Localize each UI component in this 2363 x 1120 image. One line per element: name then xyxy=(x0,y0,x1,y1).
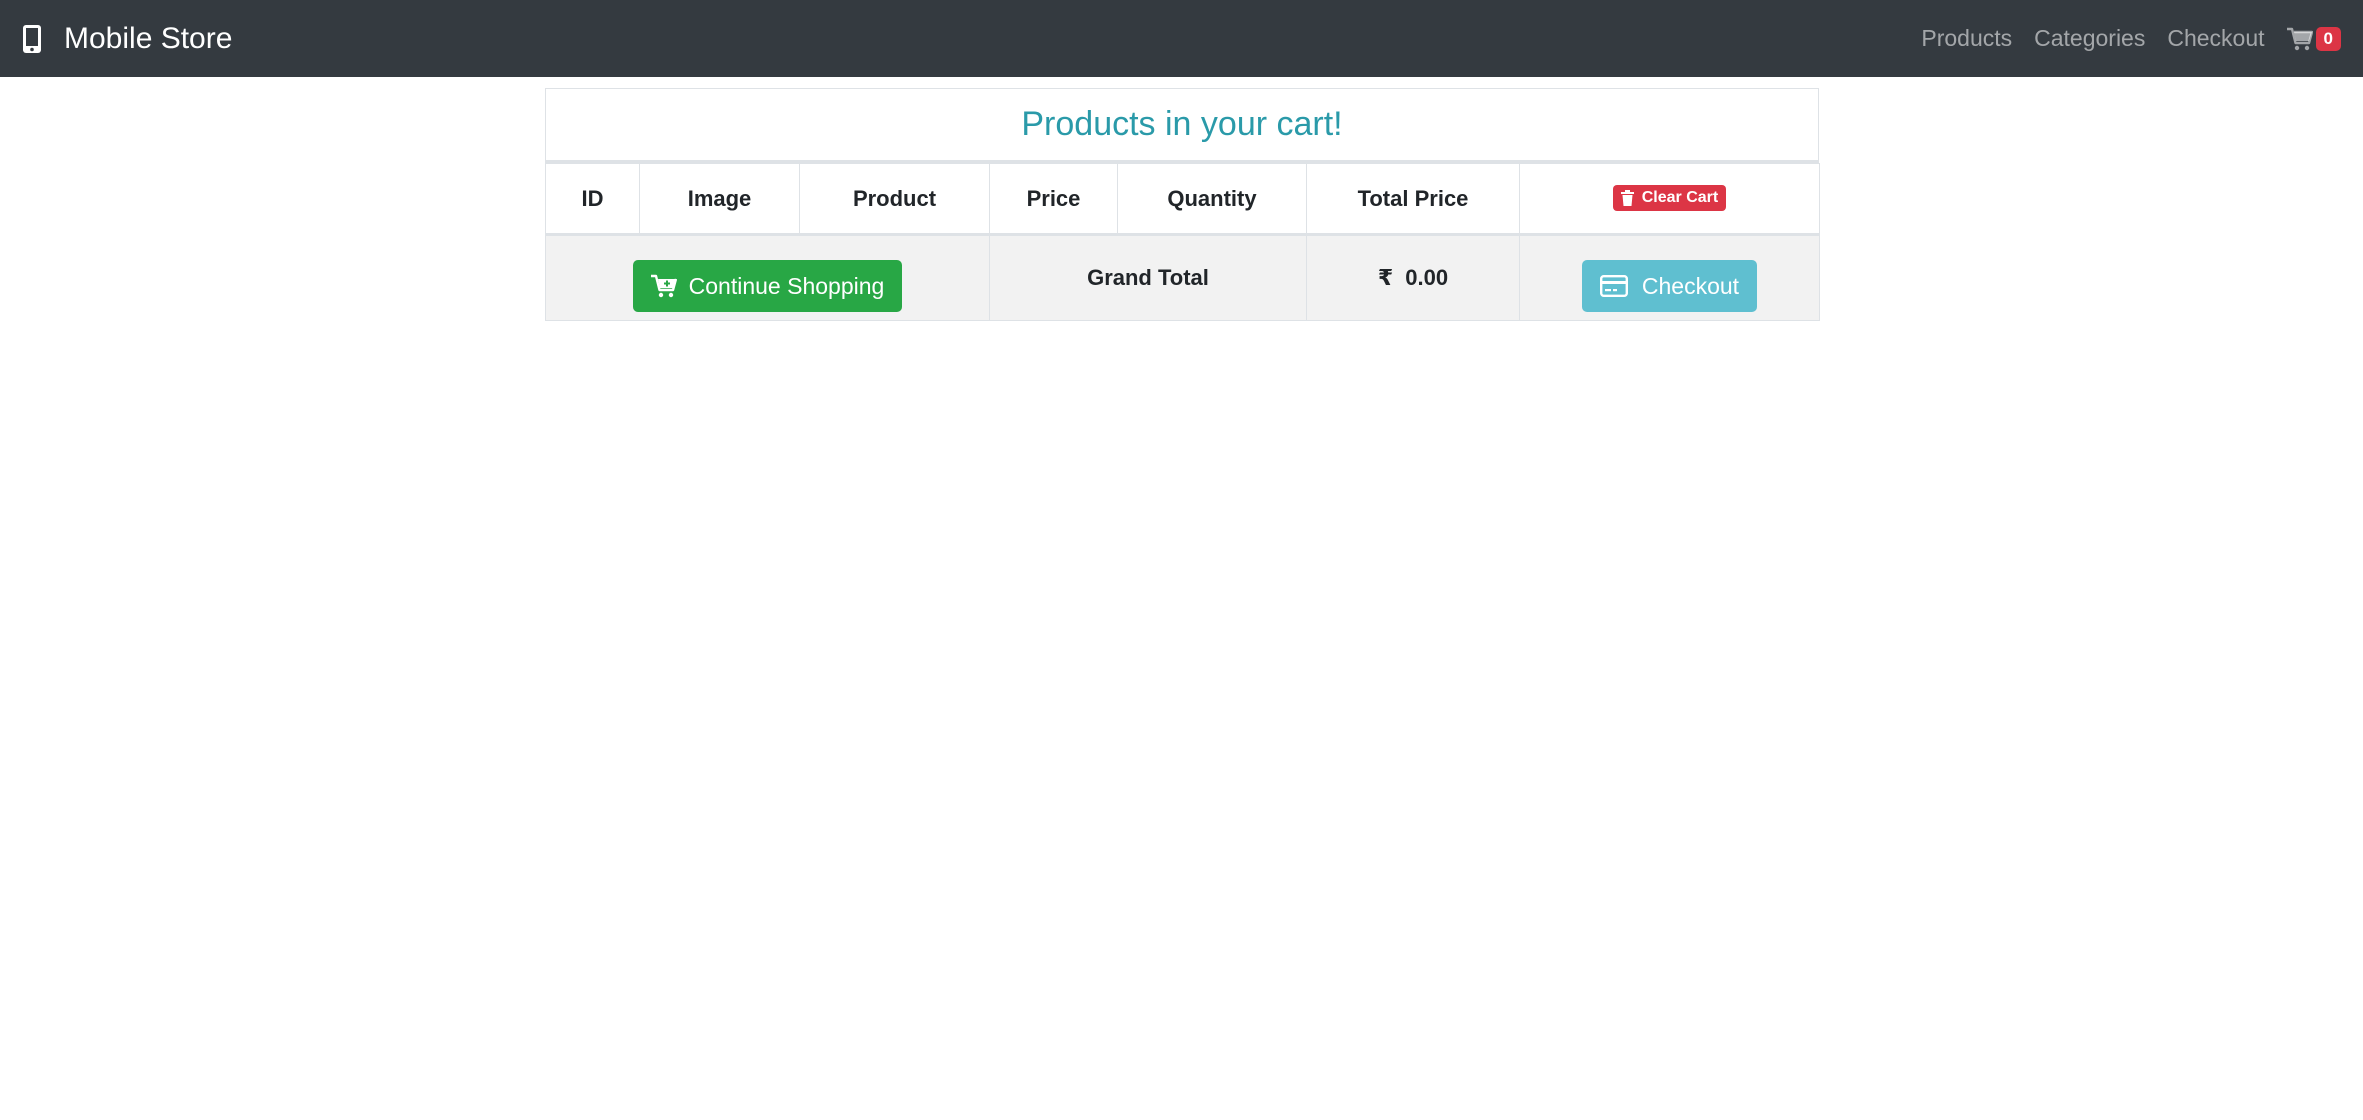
credit-card-icon xyxy=(1599,275,1628,297)
column-header-actions: Clear Cart xyxy=(1519,163,1820,236)
clear-cart-button[interactable]: Clear Cart xyxy=(1612,185,1727,211)
nav-cart-link[interactable]: 0 xyxy=(2286,26,2341,51)
top-navbar: Mobile Store Products Categories Checkou… xyxy=(0,0,2363,77)
column-header-total-price: Total Price xyxy=(1306,163,1520,236)
column-header-image: Image xyxy=(639,163,800,236)
checkout-label: Checkout xyxy=(1641,272,1740,299)
continue-shopping-label: Continue Shopping xyxy=(688,272,885,299)
grand-total-value-cell: ₹0.00 xyxy=(1306,234,1520,321)
cart-title: Products in your cart! xyxy=(545,88,1819,163)
cart-container: Products in your cart! ID Image Product … xyxy=(545,88,1820,321)
checkout-button[interactable]: Checkout xyxy=(1581,260,1758,312)
checkout-cell: Checkout xyxy=(1519,234,1820,321)
rupee-icon: ₹ xyxy=(1377,265,1394,290)
brand-link[interactable]: Mobile Store xyxy=(22,22,232,56)
column-header-product: Product xyxy=(799,163,990,236)
cart-header-row: ID Image Product Price Quantity Total Pr… xyxy=(545,163,1820,236)
brand-name: Mobile Store xyxy=(64,21,233,55)
grand-total-label: Grand Total xyxy=(989,234,1307,321)
grand-total-value: 0.00 xyxy=(1405,265,1449,290)
nav-link-categories[interactable]: Categories xyxy=(2034,25,2145,52)
shopping-cart-icon xyxy=(2286,27,2313,51)
continue-shopping-button[interactable]: Continue Shopping xyxy=(632,260,903,312)
column-header-quantity: Quantity xyxy=(1117,163,1307,236)
cart-table: ID Image Product Price Quantity Total Pr… xyxy=(545,163,1820,321)
column-header-price: Price xyxy=(989,163,1118,236)
cart-plus-icon xyxy=(650,274,677,298)
nav-link-products[interactable]: Products xyxy=(1921,25,2012,52)
nav-links: Products Categories Checkout 0 xyxy=(1899,25,2341,52)
continue-shopping-cell: Continue Shopping xyxy=(545,234,990,321)
trash-icon xyxy=(1620,190,1634,206)
mobile-phone-icon xyxy=(22,24,42,54)
nav-link-checkout[interactable]: Checkout xyxy=(2167,25,2264,52)
cart-footer-row: Continue Shopping Grand Total ₹0.00 Chec… xyxy=(545,234,1820,321)
cart-count-badge: 0 xyxy=(2315,26,2341,51)
clear-cart-label: Clear Cart xyxy=(1641,189,1719,206)
column-header-id: ID xyxy=(545,163,640,236)
